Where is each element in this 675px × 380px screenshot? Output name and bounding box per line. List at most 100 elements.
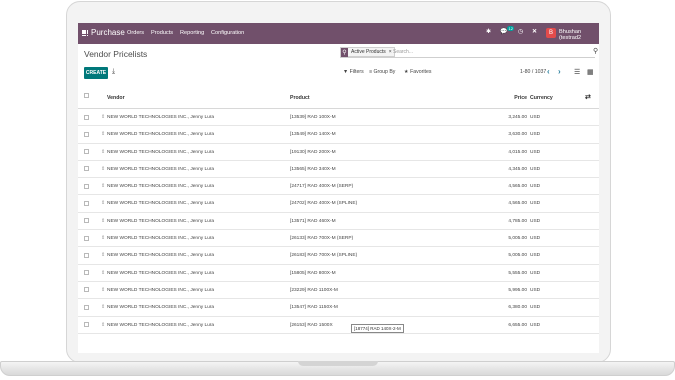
row-checkbox[interactable] <box>84 149 89 155</box>
table-row[interactable]: ⇕ NEW WORLD TECHNOLOGIES INC., Jenny Lura… <box>78 213 599 231</box>
drag-handle-icon[interactable]: ⇕ <box>101 114 105 120</box>
list-view-icon[interactable]: ☰ <box>574 68 580 76</box>
table-row[interactable]: ⇕ NEW WORLD TECHNOLOGIES INC., Jenny Lura… <box>78 317 599 334</box>
header-price[interactable]: Price <box>514 95 527 101</box>
row-checkbox[interactable] <box>84 287 89 293</box>
drag-handle-icon[interactable]: ⇕ <box>101 322 105 328</box>
chevron-left-icon[interactable]: ‹ <box>547 67 550 76</box>
cell-price: 5,995.00 <box>508 287 527 293</box>
apps-menu-icon[interactable] <box>82 30 89 37</box>
download-icon[interactable]: ⤓ <box>112 68 115 76</box>
favorites-button[interactable]: ★ Favorites <box>404 69 431 75</box>
row-checkbox[interactable] <box>84 235 89 241</box>
cell-price: 4,785.00 <box>508 218 527 224</box>
table-row[interactable]: ⇕ NEW WORLD TECHNOLOGIES INC., Jenny Lura… <box>78 178 599 196</box>
table-row[interactable]: ⇕ NEW WORLD TECHNOLOGIES INC., Jenny Lura… <box>78 247 599 265</box>
drag-handle-icon[interactable]: ⇕ <box>101 270 105 276</box>
drag-handle-icon[interactable]: ⇕ <box>101 304 105 310</box>
cell-vendor: NEW WORLD TECHNOLOGIES INC., Jenny Lura <box>107 287 215 293</box>
pager-value[interactable]: 1-80 / 1037 <box>520 69 546 75</box>
cell-vendor: NEW WORLD TECHNOLOGIES INC., Jenny Lura <box>107 149 215 155</box>
row-checkbox[interactable] <box>84 304 89 310</box>
drag-handle-icon[interactable]: ⇕ <box>101 149 105 155</box>
search-icon[interactable]: ⚲ <box>593 47 598 55</box>
drag-handle-icon[interactable]: ⇕ <box>101 252 105 258</box>
drag-handle-icon[interactable]: ⇕ <box>101 218 105 224</box>
drag-handle-icon[interactable]: ⇕ <box>101 287 105 293</box>
menu-reporting[interactable]: Reporting <box>180 30 204 36</box>
table-row[interactable]: ⇕ NEW WORLD TECHNOLOGIES INC., Jenny Lura… <box>78 126 599 144</box>
menu-products[interactable]: Products <box>151 30 173 36</box>
drag-handle-icon[interactable]: ⇕ <box>101 183 105 189</box>
filters-label: Filters <box>349 69 364 75</box>
cell-currency: USD <box>530 115 541 120</box>
cell-vendor: NEW WORLD TECHNOLOGIES INC., Jenny Lura <box>107 236 215 242</box>
row-checkbox[interactable] <box>84 131 89 137</box>
page-title: Vendor Pricelists <box>84 49 148 59</box>
cell-vendor: NEW WORLD TECHNOLOGIES INC., Jenny Lura <box>107 132 215 138</box>
header-currency[interactable]: Currency <box>530 95 553 101</box>
cell-price: 5,005.00 <box>508 253 527 259</box>
optional-columns-icon[interactable]: ⇄ <box>585 93 591 101</box>
app-brand[interactable]: Purchase <box>91 28 125 37</box>
cell-price: 4,565.00 <box>508 201 527 207</box>
drag-handle-icon[interactable]: ⇕ <box>101 235 105 241</box>
tools-icon[interactable]: ✕ <box>532 28 537 35</box>
kanban-view-icon[interactable]: ▦ <box>587 68 594 76</box>
select-all-checkbox[interactable] <box>84 93 89 98</box>
search-input[interactable]: Search... <box>393 49 413 55</box>
cell-product: [24717] RAD 400X-M (SERP) <box>290 184 354 190</box>
drag-handle-icon[interactable]: ⇕ <box>101 166 105 172</box>
row-checkbox[interactable] <box>84 218 89 224</box>
cell-price: 4,345.00 <box>508 166 527 172</box>
row-checkbox[interactable] <box>84 322 89 328</box>
table-row[interactable]: ⇕ NEW WORLD TECHNOLOGIES INC., Jenny Lura… <box>78 265 599 282</box>
search-bar[interactable]: ⚲ Active Products × Search... <box>340 47 595 58</box>
filter-icon: ⚲ <box>341 47 348 57</box>
row-checkbox[interactable] <box>84 114 89 120</box>
chevron-right-icon[interactable]: › <box>558 67 561 76</box>
header-vendor[interactable]: Vendor <box>107 95 125 101</box>
laptop-notch <box>298 361 378 366</box>
row-checkbox[interactable] <box>84 183 89 189</box>
avatar[interactable]: B <box>546 28 556 38</box>
table-row[interactable]: ⇕ NEW WORLD TECHNOLOGIES INC., Jenny Lura… <box>78 230 599 248</box>
cell-vendor: NEW WORLD TECHNOLOGIES INC., Jenny Lura <box>107 270 215 276</box>
cell-vendor: NEW WORLD TECHNOLOGIES INC., Jenny Lura <box>107 184 215 190</box>
cell-product: [13549] RAD 140X-M <box>290 132 336 138</box>
table-row[interactable]: ⇕ NEW WORLD TECHNOLOGIES INC., Jenny Lura… <box>78 109 599 127</box>
cell-product: [23229] RAD 1100X-M <box>290 287 338 293</box>
table-row[interactable]: ⇕ NEW WORLD TECHNOLOGIES INC., Jenny Lura… <box>78 299 599 317</box>
cell-price: 3,630.00 <box>508 132 527 138</box>
table-row[interactable]: ⇕ NEW WORLD TECHNOLOGIES INC., Jenny Lura… <box>78 144 599 161</box>
favorites-label: Favorites <box>410 69 432 75</box>
cell-price: 4,015.00 <box>508 149 527 155</box>
cell-product: [26133] RAD 700X-M (SERP) <box>290 236 354 242</box>
menu-orders[interactable]: Orders <box>127 30 144 36</box>
drag-handle-icon[interactable]: ⇕ <box>101 131 105 137</box>
cell-vendor: NEW WORLD TECHNOLOGIES INC., Jenny Lura <box>107 115 215 120</box>
table-body: ⇕ NEW WORLD TECHNOLOGIES INC., Jenny Lura… <box>78 109 599 334</box>
filters-button[interactable]: ▼ Filters <box>343 69 364 75</box>
table-row[interactable]: ⇕ NEW WORLD TECHNOLOGIES INC., Jenny Lura… <box>78 195 599 213</box>
drag-handle-icon[interactable]: ⇕ <box>101 200 105 206</box>
menu-configuration[interactable]: Configuration <box>211 30 244 36</box>
header-product[interactable]: Product <box>290 95 310 101</box>
cell-currency: USD <box>530 322 541 328</box>
row-checkbox[interactable] <box>84 200 89 206</box>
activity-icon[interactable]: ◷ <box>518 28 523 35</box>
filter-funnel-icon: ▼ <box>343 69 350 75</box>
cell-currency: USD <box>530 149 541 155</box>
tooltip: [18774] RAD 140X-2-M <box>351 324 404 333</box>
user-name[interactable]: Bhushan (testrad2 <box>559 29 599 41</box>
cell-currency: USD <box>530 305 541 311</box>
bug-icon[interactable]: ✱ <box>486 28 491 35</box>
row-checkbox[interactable] <box>84 166 89 172</box>
table-row[interactable]: ⇕ NEW WORLD TECHNOLOGIES INC., Jenny Lura… <box>78 282 599 300</box>
group-by-button[interactable]: ≡ Group By <box>369 69 395 75</box>
row-checkbox[interactable] <box>84 252 89 258</box>
cell-currency: USD <box>530 201 541 207</box>
row-checkbox[interactable] <box>84 270 89 276</box>
table-row[interactable]: ⇕ NEW WORLD TECHNOLOGIES INC., Jenny Lura… <box>78 161 599 179</box>
create-button[interactable]: CREATE <box>84 67 108 79</box>
